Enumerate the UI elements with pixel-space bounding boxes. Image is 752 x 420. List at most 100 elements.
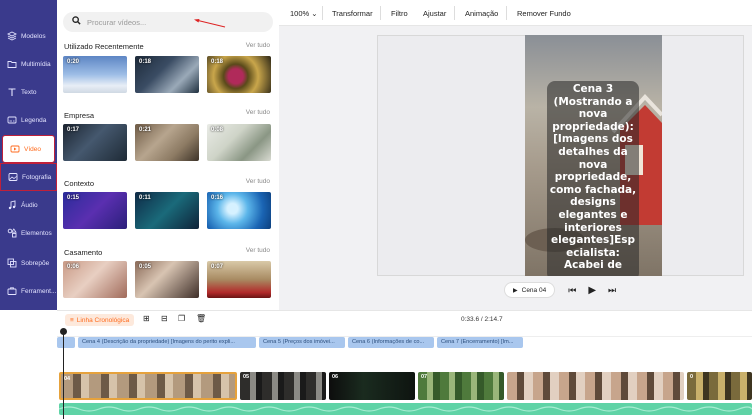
timeline-ruler xyxy=(57,329,752,337)
animation-button[interactable]: Animação xyxy=(465,9,498,18)
playback-controls: ▶ Cena 04 ⏮ ▶ ⏭ xyxy=(504,280,616,300)
video-thumbnail[interactable]: 0:16 xyxy=(207,192,271,229)
sidebar-item-label: Texto xyxy=(21,88,37,96)
zoom-value: 100% xyxy=(290,9,310,18)
sidebar-item-multimidia[interactable]: Multimídia xyxy=(0,51,57,77)
duration-label: 0:18 xyxy=(139,59,152,65)
playhead[interactable] xyxy=(63,329,64,419)
duration-label: 0:06 xyxy=(67,264,80,270)
scene-chip[interactable]: Cena 6 (Informações de co... xyxy=(348,337,434,348)
play-icon[interactable]: ▶ xyxy=(588,285,596,296)
sidebar-item-modelos[interactable]: Modelos xyxy=(0,23,57,49)
see-all-link-business[interactable]: Ver tudo xyxy=(246,109,270,116)
search-icon xyxy=(72,16,81,28)
video-thumbnail[interactable]: 0:05 xyxy=(135,261,199,298)
video-thumbnail[interactable]: 0:18 xyxy=(135,56,199,93)
sidebar-item-legenda[interactable]: Legenda xyxy=(0,107,57,133)
add-icon[interactable]: ⊞ xyxy=(143,314,150,323)
divider xyxy=(454,6,455,20)
clip-number: 05 xyxy=(243,374,250,380)
skip-back-icon[interactable]: ⏮ xyxy=(568,285,576,296)
search-placeholder: Procurar vídeos... xyxy=(87,17,147,27)
video-clip[interactable] xyxy=(507,372,684,400)
adjust-button[interactable]: Ajustar xyxy=(423,9,446,18)
filter-button[interactable]: Filtro xyxy=(391,9,408,18)
duration-label: 0:20 xyxy=(67,59,80,65)
play-icon: ▶ xyxy=(513,287,518,294)
video-thumbnail[interactable]: 0:15 xyxy=(63,192,127,229)
scene-chip[interactable]: Cena 5 (Preços dos imóvei... xyxy=(259,337,345,348)
video-thumbnail[interactable]: 0:06 xyxy=(63,261,127,298)
sidebar-item-label: Elementos xyxy=(21,229,52,237)
video-thumbnail[interactable]: 0:17 xyxy=(63,124,127,161)
duration-label: 0:08 xyxy=(211,127,224,133)
video-clip[interactable]: 05 xyxy=(240,372,326,400)
clip-number: 04 xyxy=(64,376,71,382)
scene-caption: Cena 3 (Mostrando a nova propriedade): [… xyxy=(549,83,637,272)
scene-label: Cena 04 xyxy=(521,286,547,294)
timeline-panel: ≡ Linha Cronológica ⊞ ⊟ ❐ 🗑 0:33.6 / 2:1… xyxy=(57,310,752,420)
elements-icon xyxy=(6,228,17,239)
scene-chip[interactable]: Cena 7 (Encerramento) [Im... xyxy=(437,337,523,348)
divider xyxy=(380,6,381,20)
video-thumbnail[interactable]: 0:18 xyxy=(207,56,271,93)
scene-chip[interactable]: Cena 4 (Descrição da propriedade) [Image… xyxy=(78,337,256,348)
chevron-down-icon: ⌄ xyxy=(309,9,318,18)
divider xyxy=(322,6,323,20)
music-icon xyxy=(6,200,17,211)
duration-label: 0:21 xyxy=(139,127,152,133)
skip-forward-icon[interactable]: ⏭ xyxy=(608,285,616,296)
copy-icon[interactable]: ❐ xyxy=(178,314,185,323)
timeline-icon: ≡ xyxy=(70,316,74,324)
duration-label: 0:16 xyxy=(211,195,224,201)
sidebar-item-label: Fotografia xyxy=(22,173,52,181)
sidebar-item-fotografia[interactable]: Fotografia xyxy=(0,163,57,191)
duration-label: 0:18 xyxy=(211,59,224,65)
clip-number: 06 xyxy=(332,374,339,380)
sidebar-item-ferramentas[interactable]: Ferrament... xyxy=(0,278,57,304)
split-icon[interactable]: ⊟ xyxy=(161,314,168,323)
sidebar-item-label: Ferrament... xyxy=(21,287,57,295)
video-icon xyxy=(9,144,20,155)
video-thumbnail[interactable]: 0:11 xyxy=(135,192,199,229)
timeline-toggle-button[interactable]: ≡ Linha Cronológica xyxy=(65,314,135,326)
sidebar-item-label: Vídeo xyxy=(24,145,41,153)
timeline-toolbar: ≡ Linha Cronológica ⊞ ⊟ ❐ 🗑 0:33.6 / 2:1… xyxy=(57,311,752,329)
sidebar-item-elementos[interactable]: Elementos xyxy=(0,220,57,246)
see-all-link-wedding[interactable]: Ver tudo xyxy=(246,247,270,254)
video-clip[interactable]: 0 xyxy=(687,372,752,400)
tools-icon xyxy=(6,286,17,297)
sidebar-item-audio[interactable]: Áudio xyxy=(0,192,57,218)
video-thumbnail[interactable]: 0:08 xyxy=(207,124,271,161)
video-thumbnail[interactable]: 0:21 xyxy=(135,124,199,161)
sidebar-item-video[interactable]: Vídeo xyxy=(2,135,55,163)
video-clip-selected[interactable]: 04 xyxy=(59,372,237,400)
sidebar-item-label: Multimídia xyxy=(21,60,51,68)
delete-icon[interactable]: 🗑 xyxy=(196,314,206,323)
media-panel: Procurar vídeos... Utilizado Recentement… xyxy=(57,0,279,310)
video-thumbnail[interactable]: 0:07 xyxy=(207,261,271,298)
scene-play-button[interactable]: ▶ Cena 04 xyxy=(504,282,556,298)
see-all-link-background[interactable]: Ver tudo xyxy=(246,178,270,185)
sidebar-item-sobrepoe[interactable]: Sobrepõe xyxy=(0,250,57,276)
folder-icon xyxy=(6,59,17,70)
sidebar-item-label: Áudio xyxy=(21,201,38,209)
section-title-background: Contexto xyxy=(64,179,95,188)
search-input[interactable]: Procurar vídeos... xyxy=(63,12,273,32)
audio-waveform xyxy=(59,406,752,412)
zoom-select[interactable]: 100% ⌄ xyxy=(290,9,318,18)
video-clip[interactable]: 07 xyxy=(418,372,504,400)
sidebar-item-texto[interactable]: Texto xyxy=(0,79,57,105)
transform-button[interactable]: Transformar xyxy=(332,9,373,18)
overlay-icon xyxy=(6,258,17,269)
remove-background-button[interactable]: Remover Fundo xyxy=(517,9,571,18)
scene-chip[interactable] xyxy=(57,337,75,348)
audio-track[interactable] xyxy=(59,403,752,415)
sidebar-item-label: Legenda xyxy=(21,116,47,124)
video-thumbnail[interactable]: 0:20 xyxy=(63,56,127,93)
templates-icon xyxy=(6,31,17,42)
duration-label: 0:11 xyxy=(139,195,151,201)
see-all-link-recent[interactable]: Ver tudo xyxy=(246,42,270,49)
video-clip[interactable]: 06 xyxy=(329,372,415,400)
duration-label: 0:17 xyxy=(67,127,80,133)
